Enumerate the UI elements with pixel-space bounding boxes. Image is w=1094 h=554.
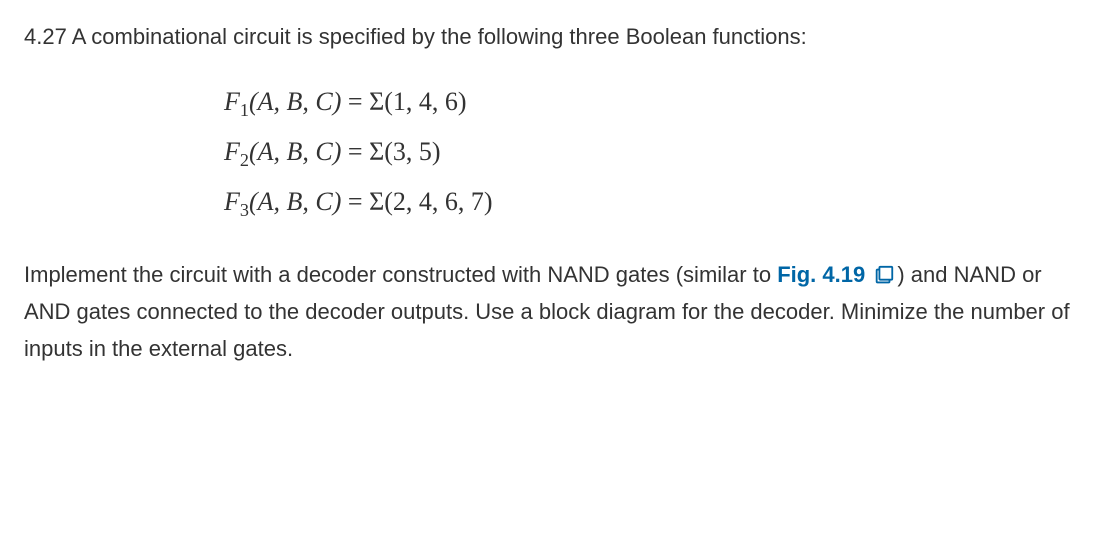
sigma: Σ bbox=[369, 187, 384, 216]
func-args: (A, B, C) bbox=[249, 87, 341, 116]
func-name: F bbox=[224, 187, 240, 216]
instruction-paragraph: Implement the circuit with a decoder con… bbox=[24, 256, 1070, 368]
func-name: F bbox=[224, 87, 240, 116]
minterms: (3, 5) bbox=[384, 137, 440, 166]
equals: = bbox=[341, 87, 369, 116]
func-sub: 1 bbox=[240, 100, 249, 120]
problem-statement: 4.27 A combinational circuit is specifie… bbox=[24, 20, 1070, 54]
problem-intro: A combinational circuit is specified by … bbox=[72, 24, 807, 49]
func-args: (A, B, C) bbox=[249, 187, 341, 216]
equation-f1: F1(A, B, C) = Σ(1, 4, 6) bbox=[224, 78, 1070, 128]
func-args: (A, B, C) bbox=[249, 137, 341, 166]
book-icon[interactable] bbox=[873, 265, 895, 287]
equations-block: F1(A, B, C) = Σ(1, 4, 6) F2(A, B, C) = Σ… bbox=[24, 78, 1070, 228]
equation-f2: F2(A, B, C) = Σ(3, 5) bbox=[224, 128, 1070, 178]
minterms: (2, 4, 6, 7) bbox=[384, 187, 492, 216]
equals: = bbox=[341, 137, 369, 166]
func-name: F bbox=[224, 137, 240, 166]
sigma: Σ bbox=[369, 137, 384, 166]
equation-f3: F3(A, B, C) = Σ(2, 4, 6, 7) bbox=[224, 178, 1070, 228]
figure-label: Fig. 4.19 bbox=[777, 262, 865, 287]
sigma: Σ bbox=[369, 87, 384, 116]
func-sub: 3 bbox=[240, 200, 249, 220]
func-sub: 2 bbox=[240, 150, 249, 170]
minterms: (1, 4, 6) bbox=[384, 87, 466, 116]
figure-link[interactable]: Fig. 4.19 bbox=[777, 262, 897, 287]
equals: = bbox=[341, 187, 369, 216]
instruction-part1: Implement the circuit with a decoder con… bbox=[24, 262, 777, 287]
problem-number: 4.27 bbox=[24, 24, 67, 49]
